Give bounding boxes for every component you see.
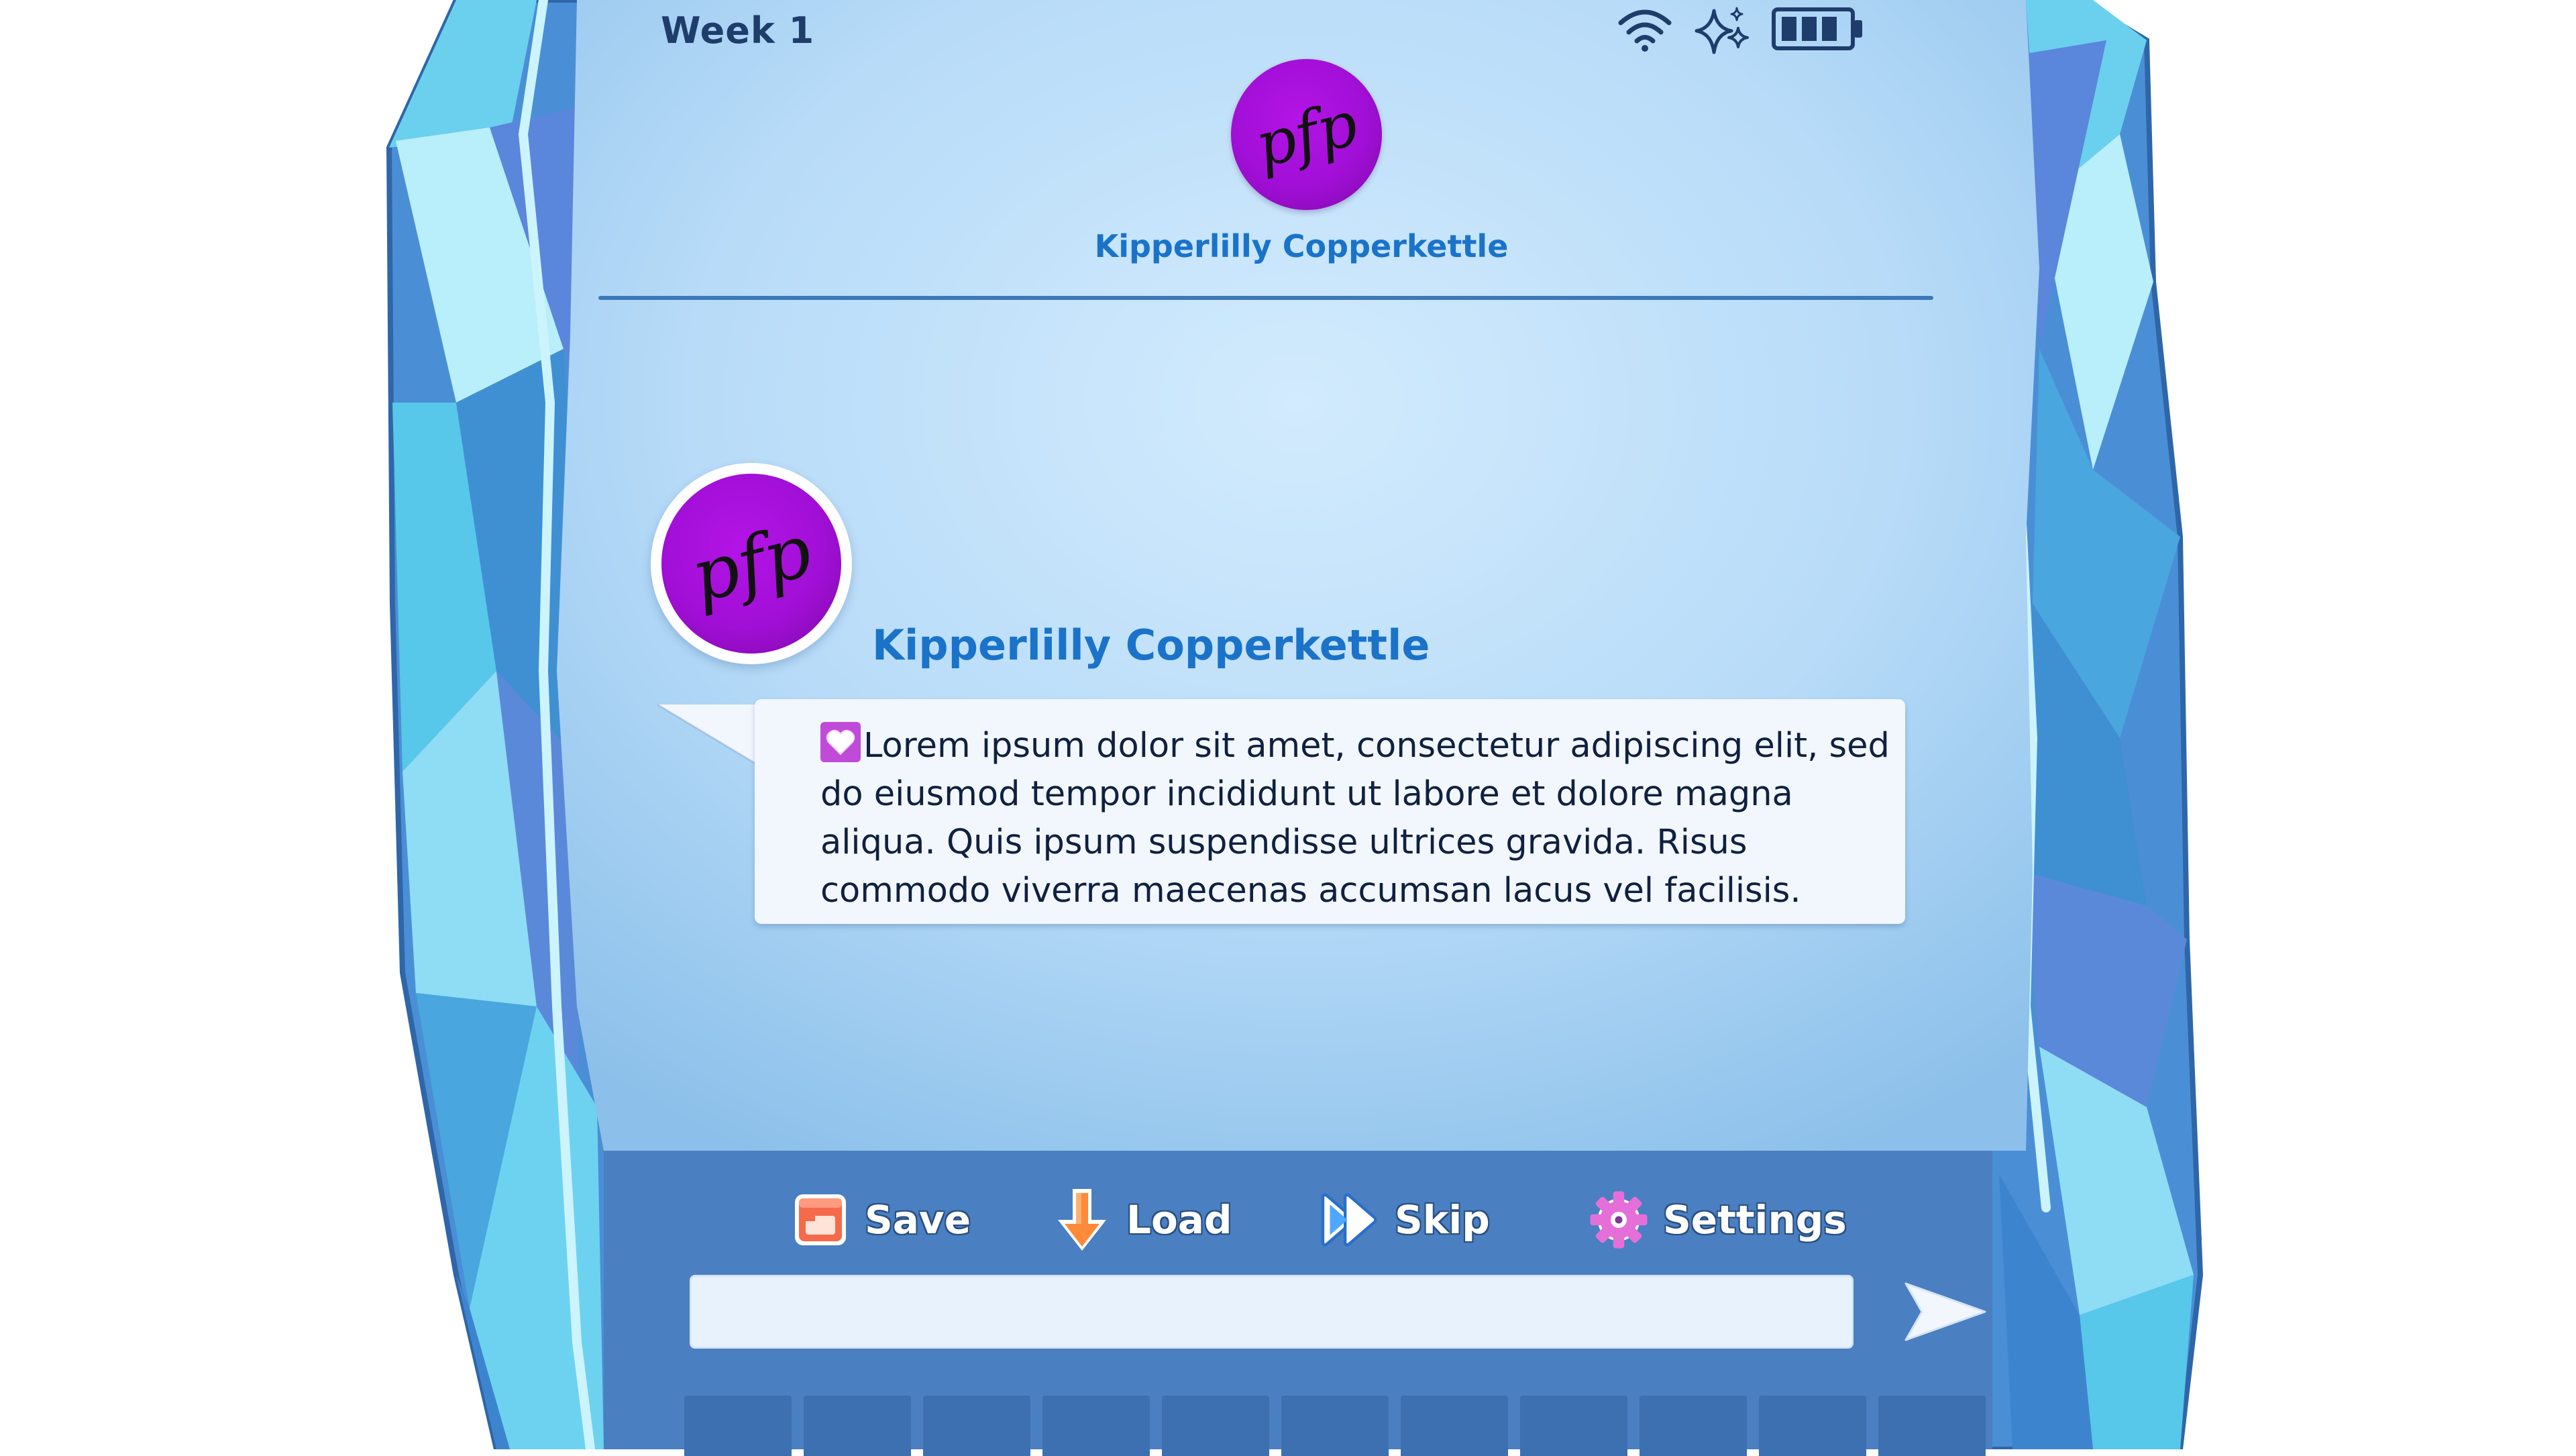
keyboard-key[interactable] xyxy=(684,1396,792,1456)
week-label: Week 1 xyxy=(661,9,815,52)
keyboard-row xyxy=(684,1396,1986,1456)
settings-button[interactable]: Settings xyxy=(1587,1183,1847,1257)
keyboard-key[interactable] xyxy=(1401,1396,1508,1456)
keyboard-key[interactable] xyxy=(1520,1396,1627,1456)
header-contact-name: Kipperlilly Copperkettle xyxy=(1094,228,1509,264)
sparkle-icon xyxy=(1695,7,1749,54)
keyboard-key[interactable] xyxy=(923,1396,1030,1456)
keyboard-key[interactable] xyxy=(1281,1396,1389,1456)
message-text-block: Lorem ipsum dolor sit amet, consectetur … xyxy=(820,722,1894,915)
bottom-toolbar: Save Load Skip Settings xyxy=(604,1151,1992,1456)
battery-icon xyxy=(1772,7,1862,50)
wifi-icon xyxy=(1618,9,1672,52)
message-input[interactable] xyxy=(690,1275,1854,1349)
save-button[interactable]: Save xyxy=(788,1183,971,1257)
keyboard-key[interactable] xyxy=(804,1396,911,1456)
avatar-text: pfp xyxy=(1248,87,1365,182)
crystal-device: Week 1 pfp Kipperlilly Copperkettle pfp … xyxy=(376,0,2214,1456)
avatar-text: pfp xyxy=(683,508,820,619)
save-label: Save xyxy=(865,1197,971,1243)
keyboard-key[interactable] xyxy=(1878,1396,1986,1456)
keyboard-key[interactable] xyxy=(1162,1396,1269,1456)
keyboard-key[interactable] xyxy=(1042,1396,1150,1456)
message-bubble: Lorem ipsum dolor sit amet, consectetur … xyxy=(755,699,1905,924)
save-icon xyxy=(795,1194,846,1245)
message-avatar[interactable]: pfp xyxy=(651,463,852,664)
heart-emoji-icon xyxy=(820,722,861,762)
load-button[interactable]: Load xyxy=(1050,1183,1232,1257)
gear-icon xyxy=(1590,1191,1648,1249)
status-bar: Week 1 xyxy=(577,0,2026,67)
message-text: Lorem ipsum dolor sit amet, consectetur … xyxy=(820,726,1890,911)
settings-label: Settings xyxy=(1663,1197,1847,1243)
skip-button[interactable]: Skip xyxy=(1318,1183,1490,1257)
skip-label: Skip xyxy=(1395,1197,1490,1243)
skip-icon xyxy=(1321,1193,1377,1247)
keyboard-key[interactable] xyxy=(1759,1396,1866,1456)
load-label: Load xyxy=(1126,1197,1232,1243)
load-icon xyxy=(1058,1189,1106,1251)
send-icon[interactable] xyxy=(1902,1278,1989,1345)
keyboard-key[interactable] xyxy=(1640,1396,1747,1456)
phone-screen: Week 1 pfp Kipperlilly Copperkettle pfp … xyxy=(577,0,2026,1151)
header-avatar[interactable]: pfp xyxy=(1231,59,1382,210)
header-divider xyxy=(598,296,1933,300)
message-sender-name: Kipperlilly Copperkettle xyxy=(872,621,1430,670)
